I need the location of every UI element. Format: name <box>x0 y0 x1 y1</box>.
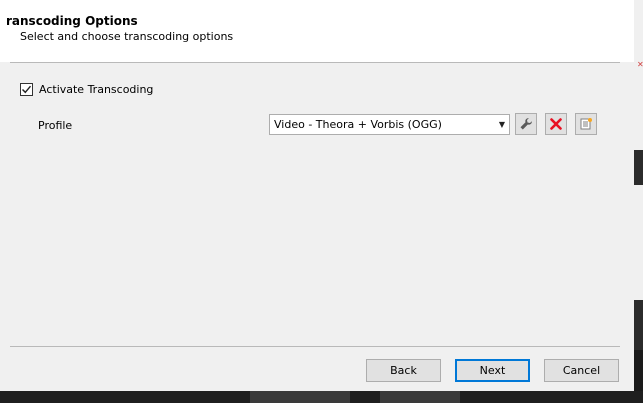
new-profile-button[interactable] <box>575 113 597 135</box>
background-close-icon: ✕ <box>637 60 643 69</box>
header-divider <box>10 62 620 63</box>
activate-transcoding-label: Activate Transcoding <box>39 82 154 96</box>
red-x-icon <box>550 118 562 130</box>
wrench-icon <box>520 118 532 130</box>
taskbar-item <box>380 391 460 403</box>
stream-output-wizard-dialog: ranscoding Options Select and choose tra… <box>0 0 634 391</box>
delete-profile-button[interactable] <box>545 113 567 135</box>
profile-dropdown[interactable]: Video - Theora + Vorbis (OGG) ▼ <box>269 114 510 135</box>
taskbar-item <box>250 391 350 403</box>
background-panel <box>634 300 643 350</box>
next-button[interactable]: Next <box>455 359 530 382</box>
profile-label: Profile <box>38 119 73 132</box>
cancel-button[interactable]: Cancel <box>544 359 619 382</box>
wizard-header: ranscoding Options Select and choose tra… <box>0 0 634 62</box>
page-title: ranscoding Options <box>6 14 138 28</box>
checkbox-checked-icon[interactable] <box>20 82 33 96</box>
profile-selected-value: Video - Theora + Vorbis (OGG) <box>274 118 442 131</box>
activate-transcoding-checkbox[interactable]: Activate Transcoding <box>20 81 153 97</box>
footer-divider <box>10 346 620 347</box>
background-panel <box>634 150 643 185</box>
back-button[interactable]: Back <box>366 359 441 382</box>
edit-profile-button[interactable] <box>515 113 537 135</box>
dropdown-arrow-icon: ▼ <box>498 120 506 129</box>
new-profile-icon <box>580 118 592 130</box>
taskbar-strip <box>0 391 643 403</box>
page-subtitle: Select and choose transcoding options <box>20 30 234 43</box>
